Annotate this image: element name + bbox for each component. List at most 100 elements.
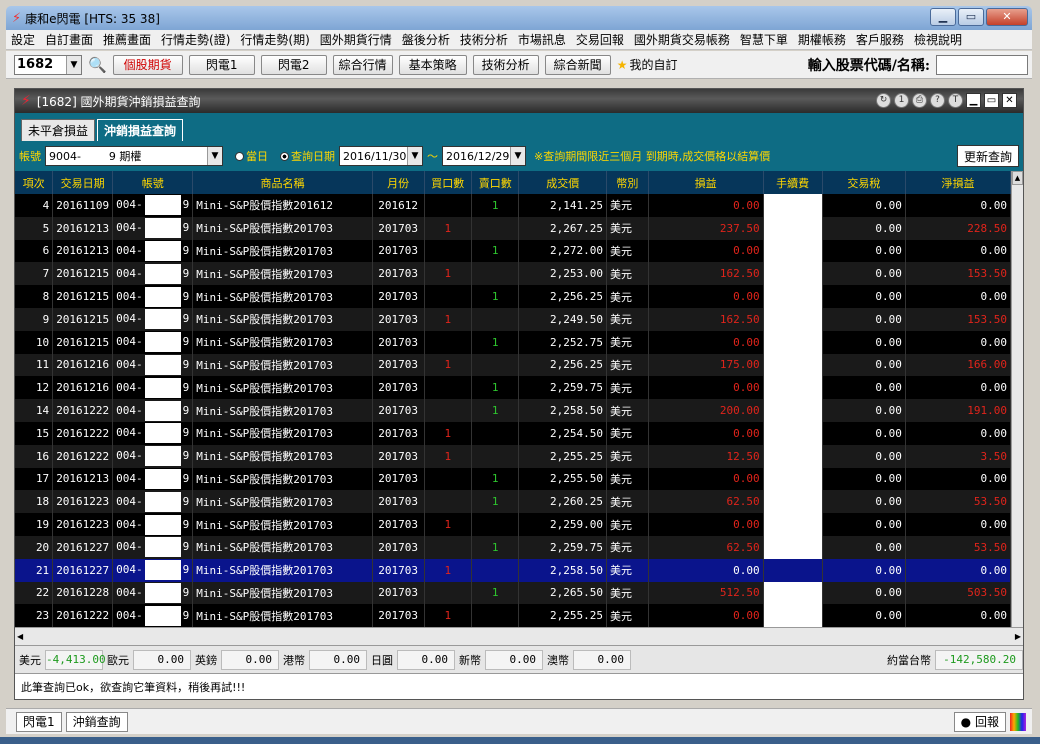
table-row[interactable]: 17 20161213 004- 9 Mini-S&P股價指數201703 201703 1… xyxy=(15,467,1011,491)
scroll-up-icon[interactable]: ▲ xyxy=(1012,171,1023,185)
subwindow-close-button[interactable]: ✕ xyxy=(1002,93,1017,108)
toolbar-button-4[interactable]: 基本策略 xyxy=(398,54,467,75)
minimize-button[interactable]: ▁ xyxy=(930,8,956,26)
column-header-8[interactable]: 幣別 xyxy=(606,171,649,194)
scroll-left-icon[interactable]: ◀ xyxy=(17,632,23,641)
column-header-12[interactable]: 淨損益 xyxy=(905,171,1011,194)
cell-price: 2,259.75 xyxy=(518,376,607,400)
column-header-7[interactable]: 成交價 xyxy=(518,171,607,194)
menu-item-4[interactable]: 行情走勢(期) xyxy=(235,31,314,48)
toolbar-button-2[interactable]: 閃電2 xyxy=(260,54,327,75)
menu-item-13[interactable]: 客戶服務 xyxy=(851,31,909,48)
chevron-down-icon[interactable]: ▼ xyxy=(510,147,525,165)
menu-item-14[interactable]: 檢視說明 xyxy=(909,31,967,48)
menu-item-2[interactable]: 推薦畫面 xyxy=(98,31,156,48)
chevron-down-icon[interactable]: ▼ xyxy=(207,147,222,165)
table-row[interactable]: 22 20161228 004- 9 Mini-S&P股價指數201703 201703 1… xyxy=(15,581,1011,605)
column-header-11[interactable]: 交易稅 xyxy=(822,171,906,194)
toolbar: 1682 ▼ 🔍 個股期貨 閃電1 閃電2 綜合行情 基本策略 技術分析 綜合新聞 ★ 我的… xyxy=(6,51,1032,79)
date-from-select[interactable]: 2016/11/30 ▼ xyxy=(339,146,423,166)
text-icon[interactable]: T xyxy=(948,93,963,108)
report-button[interactable]: ● 回報 xyxy=(953,711,1006,732)
menu-item-7[interactable]: 技術分析 xyxy=(455,31,513,48)
title-bar[interactable]: ⚡ 康和e閃電 [HTS: 35 38] ▁ ▭ ✕ xyxy=(6,6,1032,30)
table-row[interactable]: 19 20161223 004- 9 Mini-S&P股價指數201703 201703 1… xyxy=(15,513,1011,536)
tab-open-positions[interactable]: 未平倉損益 xyxy=(21,119,96,141)
column-header-6[interactable]: 賣口數 xyxy=(471,171,520,194)
menu-item-1[interactable]: 自訂畫面 xyxy=(40,31,98,48)
toolbar-button-3[interactable]: 綜合行情 xyxy=(332,54,393,75)
tab-closed-pl[interactable]: 沖銷損益查詢 xyxy=(97,119,184,141)
table-row[interactable]: 7 20161215 004- 9 Mini-S&P股價指數201703 201703 1 2… xyxy=(15,262,1011,286)
cell-tax: 0.00 xyxy=(822,444,906,468)
menu-item-10[interactable]: 國外期貨交易帳務 xyxy=(629,31,735,48)
account-select[interactable]: 9004- 9 期權 ▼ xyxy=(45,146,223,166)
subwindow-minimize-button[interactable]: ▁ xyxy=(966,93,981,108)
favorites-button[interactable]: ★ 我的自訂 xyxy=(617,56,678,73)
subwindow-restore-button[interactable]: ▭ xyxy=(984,93,999,108)
link-icon[interactable]: ↻ xyxy=(876,93,891,108)
column-header-3[interactable]: 商品名稱 xyxy=(192,171,373,194)
help-icon[interactable]: ? xyxy=(930,93,945,108)
toolbar-button-0[interactable]: 個股期貨 xyxy=(112,54,183,75)
table-row[interactable]: 12 20161216 004- 9 Mini-S&P股價指數201703 201703 1… xyxy=(15,376,1011,400)
chevron-down-icon[interactable]: ▼ xyxy=(407,147,422,165)
cell-date: 20161213 xyxy=(52,216,114,240)
search-icon[interactable]: 🔍 xyxy=(88,56,107,74)
color-bars-icon[interactable] xyxy=(1010,712,1026,731)
menu-item-8[interactable]: 市場訊息 xyxy=(513,31,571,48)
cell-sell xyxy=(471,262,520,286)
info-icon[interactable]: 1 xyxy=(894,93,909,108)
table-row[interactable]: 23 20161222 004- 9 Mini-S&P股價指數201703 201703 1… xyxy=(15,604,1011,627)
scroll-right-icon[interactable]: ▶ xyxy=(1015,632,1021,641)
table-row[interactable]: 9 20161215 004- 9 Mini-S&P股價指數201703 201703 1 2… xyxy=(15,307,1011,331)
table-row[interactable]: 11 20161216 004- 9 Mini-S&P股價指數201703 201703 1… xyxy=(15,353,1011,377)
radio-query-date[interactable]: 查詢日期 xyxy=(280,148,335,164)
table-row[interactable]: 4 20161109 004- 9 Mini-S&P股價指數201612 201612 1 2… xyxy=(15,194,1011,217)
column-header-5[interactable]: 買口數 xyxy=(424,171,473,194)
column-header-4[interactable]: 月份 xyxy=(372,171,425,194)
close-button[interactable]: ✕ xyxy=(986,8,1028,26)
table-row[interactable]: 14 20161222 004- 9 Mini-S&P股價指數201703 201703 1… xyxy=(15,399,1011,422)
menu-item-12[interactable]: 期權帳務 xyxy=(793,31,851,48)
status-tab-flash1[interactable]: 閃電1 xyxy=(16,711,62,732)
table-row[interactable]: 5 20161213 004- 9 Mini-S&P股價指數201703 201703 1 2… xyxy=(15,216,1011,240)
menu-item-11[interactable]: 智慧下單 xyxy=(735,31,793,48)
menu-item-3[interactable]: 行情走勢(證) xyxy=(156,31,235,48)
vertical-scrollbar[interactable]: ▲ xyxy=(1011,171,1023,627)
maximize-button[interactable]: ▭ xyxy=(958,8,984,26)
toolbar-button-5[interactable]: 技術分析 xyxy=(472,54,539,75)
date-to-select[interactable]: 2016/12/29 ▼ xyxy=(442,146,526,166)
table-row[interactable]: 16 20161222 004- 9 Mini-S&P股價指數201703 201703 1… xyxy=(15,444,1011,468)
toolbar-button-1[interactable]: 閃電1 xyxy=(188,54,255,75)
table-row[interactable]: 21 20161227 004- 9 Mini-S&P股價指數201703 201703 1… xyxy=(15,558,1011,582)
menu-item-0[interactable]: 設定 xyxy=(6,31,40,48)
radio-today[interactable]: 當日 xyxy=(235,148,268,164)
stock-search-input[interactable] xyxy=(936,54,1028,75)
horizontal-scrollbar[interactable]: ◀ ▶ xyxy=(15,627,1023,645)
subwindow-title-bar[interactable]: ⚡ [1682] 國外期貨沖銷損益查詢 ↻ 1 ⎙ ? T ▁ ▭ ✕ xyxy=(15,89,1023,113)
column-header-1[interactable]: 交易日期 xyxy=(52,171,114,194)
chevron-down-icon[interactable]: ▼ xyxy=(66,55,81,74)
table-row[interactable]: 10 20161215 004- 9 Mini-S&P股價指數201703 201703 1… xyxy=(15,330,1011,354)
column-header-10[interactable]: 手續費 xyxy=(763,171,823,194)
cell-net: 0.00 xyxy=(905,330,1011,354)
account-suffix: 9 xyxy=(182,357,190,371)
table-row[interactable]: 8 20161215 004- 9 Mini-S&P股價指數201703 201703 1 2… xyxy=(15,285,1011,308)
column-header-9[interactable]: 損益 xyxy=(648,171,764,194)
refresh-query-button[interactable]: 更新查詢 xyxy=(956,145,1019,167)
table-row[interactable]: 18 20161223 004- 9 Mini-S&P股價指數201703 201703 1… xyxy=(15,490,1011,514)
column-header-2[interactable]: 帳號 xyxy=(112,171,194,194)
menu-item-9[interactable]: 交易回報 xyxy=(571,31,629,48)
table-row[interactable]: 6 20161213 004- 9 Mini-S&P股價指數201703 201703 1 2… xyxy=(15,239,1011,263)
status-tab-closing-query[interactable]: 沖銷查詢 xyxy=(65,711,128,732)
menu-item-6[interactable]: 盤後分析 xyxy=(397,31,455,48)
column-header-0[interactable]: 項次 xyxy=(15,171,54,194)
menu-item-5[interactable]: 國外期貨行情 xyxy=(315,31,397,48)
table-row[interactable]: 20 20161227 004- 9 Mini-S&P股價指數201703 201703 1… xyxy=(15,535,1011,559)
stock-code-select[interactable]: 1682 ▼ xyxy=(14,54,82,75)
table-row[interactable]: 15 20161222 004- 9 Mini-S&P股價指數201703 201703 1… xyxy=(15,421,1011,445)
toolbar-button-6[interactable]: 綜合新聞 xyxy=(544,54,611,75)
cell-no: 21 xyxy=(15,558,54,582)
print-icon[interactable]: ⎙ xyxy=(912,93,927,108)
